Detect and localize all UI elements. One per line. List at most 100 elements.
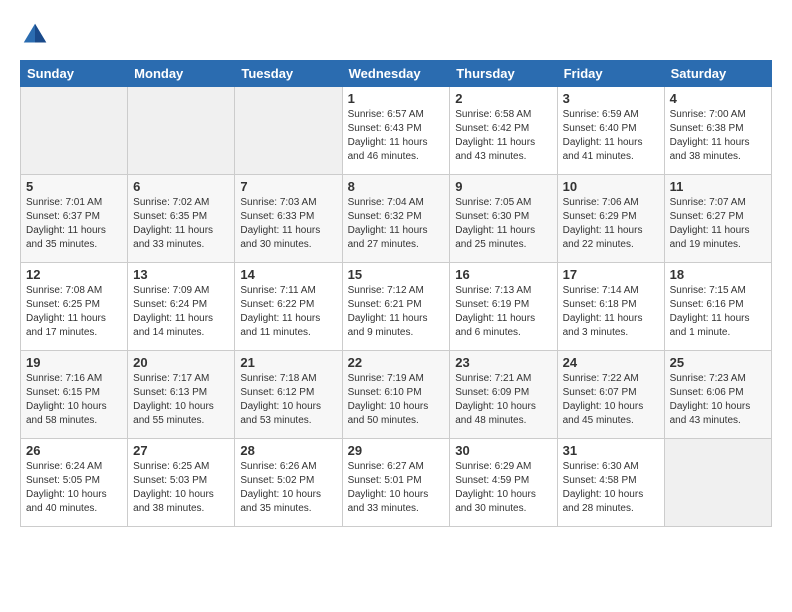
calendar-day-cell: 29 Sunrise: 6:27 AM Sunset: 5:01 PM Dayli… — [342, 439, 450, 527]
day-detail: Sunrise: 7:14 AM Sunset: 6:18 PM Dayligh… — [563, 284, 659, 340]
day-of-week-header: Saturday — [664, 61, 771, 87]
calendar-day-cell: 4 Sunrise: 7:00 AM Sunset: 6:38 PM Daylig… — [664, 87, 771, 175]
calendar-day-cell: 12 Sunrise: 7:08 AM Sunset: 6:25 PM Dayli… — [21, 263, 128, 351]
day-number: 15 — [348, 267, 445, 282]
day-number: 22 — [348, 355, 445, 370]
day-of-week-header: Monday — [128, 61, 235, 87]
day-detail: Sunrise: 7:04 AM Sunset: 6:32 PM Dayligh… — [348, 196, 445, 252]
calendar-day-cell: 9 Sunrise: 7:05 AM Sunset: 6:30 PM Daylig… — [450, 175, 557, 263]
calendar-header-row: SundayMondayTuesdayWednesdayThursdayFrid… — [21, 61, 772, 87]
day-number: 16 — [455, 267, 551, 282]
calendar-day-cell — [664, 439, 771, 527]
day-detail: Sunrise: 6:58 AM Sunset: 6:42 PM Dayligh… — [455, 108, 551, 164]
calendar-day-cell: 5 Sunrise: 7:01 AM Sunset: 6:37 PM Daylig… — [21, 175, 128, 263]
day-detail: Sunrise: 7:21 AM Sunset: 6:09 PM Dayligh… — [455, 372, 551, 428]
day-number: 19 — [26, 355, 122, 370]
calendar-day-cell — [128, 87, 235, 175]
day-number: 5 — [26, 179, 122, 194]
calendar-day-cell: 25 Sunrise: 7:23 AM Sunset: 6:06 PM Dayli… — [664, 351, 771, 439]
calendar-day-cell: 8 Sunrise: 7:04 AM Sunset: 6:32 PM Daylig… — [342, 175, 450, 263]
day-number: 6 — [133, 179, 229, 194]
page-header — [20, 20, 772, 50]
day-number: 12 — [26, 267, 122, 282]
day-detail: Sunrise: 6:29 AM Sunset: 4:59 PM Dayligh… — [455, 460, 551, 516]
day-detail: Sunrise: 6:27 AM Sunset: 5:01 PM Dayligh… — [348, 460, 445, 516]
day-detail: Sunrise: 7:07 AM Sunset: 6:27 PM Dayligh… — [670, 196, 766, 252]
calendar-day-cell: 11Sunrise: 7:07 AM Sunset: 6:27 PM Dayli… — [664, 175, 771, 263]
day-detail: Sunrise: 7:08 AM Sunset: 6:25 PM Dayligh… — [26, 284, 122, 340]
day-detail: Sunrise: 7:12 AM Sunset: 6:21 PM Dayligh… — [348, 284, 445, 340]
day-number: 27 — [133, 443, 229, 458]
calendar-day-cell: 26Sunrise: 6:24 AM Sunset: 5:05 PM Dayli… — [21, 439, 128, 527]
day-of-week-header: Sunday — [21, 61, 128, 87]
day-number: 30 — [455, 443, 551, 458]
day-detail: Sunrise: 7:11 AM Sunset: 6:22 PM Dayligh… — [240, 284, 336, 340]
day-number: 31 — [563, 443, 659, 458]
day-detail: Sunrise: 7:23 AM Sunset: 6:06 PM Dayligh… — [670, 372, 766, 428]
day-detail: Sunrise: 7:03 AM Sunset: 6:33 PM Dayligh… — [240, 196, 336, 252]
calendar-week-row: 12 Sunrise: 7:08 AM Sunset: 6:25 PM Dayli… — [21, 263, 772, 351]
calendar-day-cell: 28 Sunrise: 6:26 AM Sunset: 5:02 PM Dayli… — [235, 439, 342, 527]
day-number: 17 — [563, 267, 659, 282]
calendar-day-cell: 15 Sunrise: 7:12 AM Sunset: 6:21 PM Dayli… — [342, 263, 450, 351]
day-number: 21 — [240, 355, 336, 370]
day-number: 23 — [455, 355, 551, 370]
day-detail: Sunrise: 7:01 AM Sunset: 6:37 PM Dayligh… — [26, 196, 122, 252]
day-number: 18 — [670, 267, 766, 282]
calendar-week-row: 5 Sunrise: 7:01 AM Sunset: 6:37 PM Daylig… — [21, 175, 772, 263]
day-detail: Sunrise: 7:05 AM Sunset: 6:30 PM Dayligh… — [455, 196, 551, 252]
calendar-day-cell: 18 Sunrise: 7:15 AM Sunset: 6:16 PM Dayli… — [664, 263, 771, 351]
day-number: 8 — [348, 179, 445, 194]
day-number: 3 — [563, 91, 659, 106]
day-detail: Sunrise: 6:57 AM Sunset: 6:43 PM Dayligh… — [348, 108, 445, 164]
calendar-week-row: 26Sunrise: 6:24 AM Sunset: 5:05 PM Dayli… — [21, 439, 772, 527]
calendar-day-cell: 21Sunrise: 7:18 AM Sunset: 6:12 PM Dayli… — [235, 351, 342, 439]
day-number: 1 — [348, 91, 445, 106]
calendar-day-cell — [235, 87, 342, 175]
day-number: 29 — [348, 443, 445, 458]
day-detail: Sunrise: 7:06 AM Sunset: 6:29 PM Dayligh… — [563, 196, 659, 252]
calendar-day-cell: 22 Sunrise: 7:19 AM Sunset: 6:10 PM Dayli… — [342, 351, 450, 439]
day-number: 13 — [133, 267, 229, 282]
calendar-day-cell: 16 Sunrise: 7:13 AM Sunset: 6:19 PM Dayli… — [450, 263, 557, 351]
calendar-day-cell: 3 Sunrise: 6:59 AM Sunset: 6:40 PM Daylig… — [557, 87, 664, 175]
day-number: 20 — [133, 355, 229, 370]
day-detail: Sunrise: 6:24 AM Sunset: 5:05 PM Dayligh… — [26, 460, 122, 516]
day-number: 10 — [563, 179, 659, 194]
day-detail: Sunrise: 7:13 AM Sunset: 6:19 PM Dayligh… — [455, 284, 551, 340]
calendar-day-cell: 7Sunrise: 7:03 AM Sunset: 6:33 PM Daylig… — [235, 175, 342, 263]
day-detail: Sunrise: 7:22 AM Sunset: 6:07 PM Dayligh… — [563, 372, 659, 428]
calendar-day-cell: 17 Sunrise: 7:14 AM Sunset: 6:18 PM Dayli… — [557, 263, 664, 351]
calendar-day-cell: 23 Sunrise: 7:21 AM Sunset: 6:09 PM Dayli… — [450, 351, 557, 439]
calendar-week-row: 1 Sunrise: 6:57 AM Sunset: 6:43 PM Daylig… — [21, 87, 772, 175]
calendar-day-cell — [21, 87, 128, 175]
day-detail: Sunrise: 7:16 AM Sunset: 6:15 PM Dayligh… — [26, 372, 122, 428]
day-detail: Sunrise: 6:25 AM Sunset: 5:03 PM Dayligh… — [133, 460, 229, 516]
calendar-day-cell: 30 Sunrise: 6:29 AM Sunset: 4:59 PM Dayli… — [450, 439, 557, 527]
calendar-day-cell: 6Sunrise: 7:02 AM Sunset: 6:35 PM Daylig… — [128, 175, 235, 263]
day-detail: Sunrise: 6:26 AM Sunset: 5:02 PM Dayligh… — [240, 460, 336, 516]
day-of-week-header: Thursday — [450, 61, 557, 87]
day-detail: Sunrise: 7:17 AM Sunset: 6:13 PM Dayligh… — [133, 372, 229, 428]
day-detail: Sunrise: 6:59 AM Sunset: 6:40 PM Dayligh… — [563, 108, 659, 164]
calendar-day-cell: 13Sunrise: 7:09 AM Sunset: 6:24 PM Dayli… — [128, 263, 235, 351]
day-detail: Sunrise: 7:19 AM Sunset: 6:10 PM Dayligh… — [348, 372, 445, 428]
day-of-week-header: Wednesday — [342, 61, 450, 87]
calendar-day-cell: 27 Sunrise: 6:25 AM Sunset: 5:03 PM Dayli… — [128, 439, 235, 527]
calendar-day-cell: 2 Sunrise: 6:58 AM Sunset: 6:42 PM Daylig… — [450, 87, 557, 175]
day-detail: Sunrise: 7:00 AM Sunset: 6:38 PM Dayligh… — [670, 108, 766, 164]
day-number: 9 — [455, 179, 551, 194]
day-number: 2 — [455, 91, 551, 106]
day-number: 25 — [670, 355, 766, 370]
day-number: 24 — [563, 355, 659, 370]
day-number: 28 — [240, 443, 336, 458]
day-detail: Sunrise: 6:30 AM Sunset: 4:58 PM Dayligh… — [563, 460, 659, 516]
calendar-day-cell: 24 Sunrise: 7:22 AM Sunset: 6:07 PM Dayli… — [557, 351, 664, 439]
day-number: 14 — [240, 267, 336, 282]
day-of-week-header: Friday — [557, 61, 664, 87]
logo-icon — [20, 20, 50, 50]
calendar-week-row: 19 Sunrise: 7:16 AM Sunset: 6:15 PM Dayli… — [21, 351, 772, 439]
day-detail: Sunrise: 7:15 AM Sunset: 6:16 PM Dayligh… — [670, 284, 766, 340]
day-number: 4 — [670, 91, 766, 106]
calendar-day-cell: 10 Sunrise: 7:06 AM Sunset: 6:29 PM Dayli… — [557, 175, 664, 263]
